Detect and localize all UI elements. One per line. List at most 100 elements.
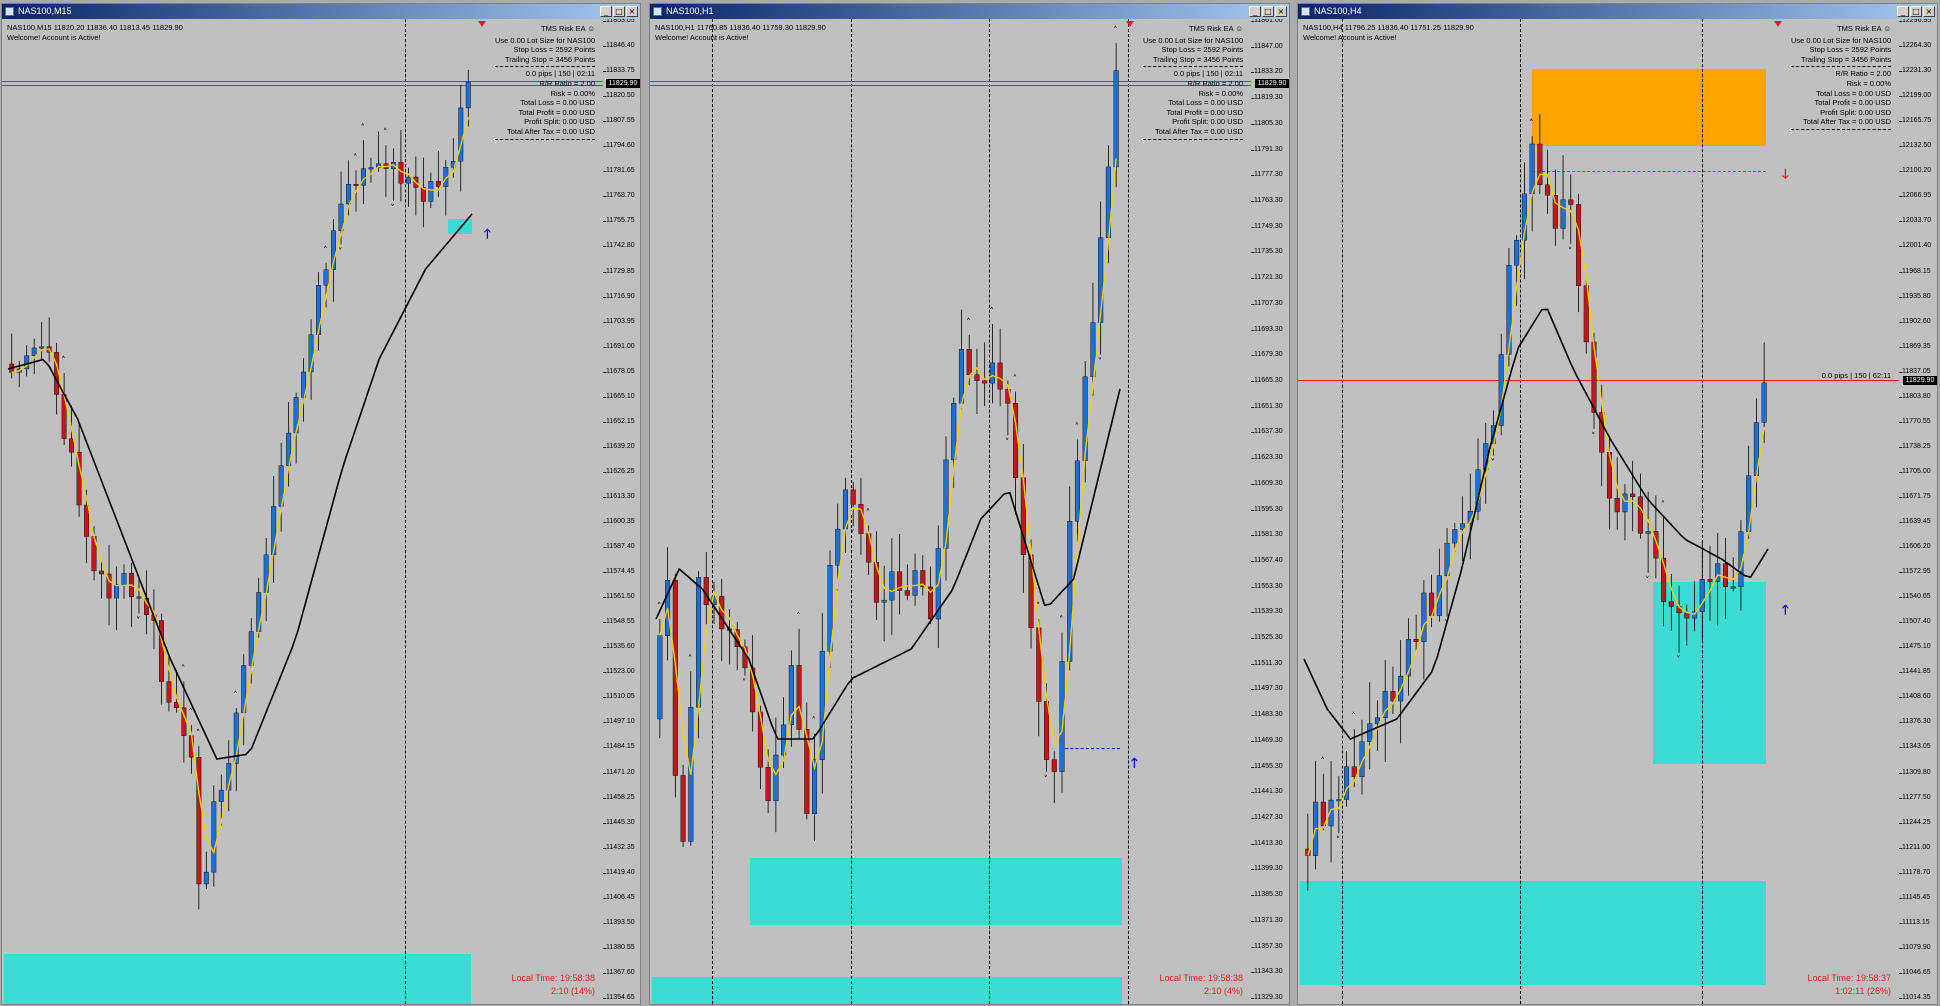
price-tick-label: 11755.75 — [606, 217, 635, 225]
chart-window-h4[interactable]: NAS100,H4 _ □ × ˄ ˅ ˄ ˅ ˅ ˄ ˅ ˅ ˅ ˄ ˅ NAS100,H4 11… — [1297, 3, 1938, 1005]
price-pane[interactable]: ˄ ˅ ˄ ˅ ˅ ˄ ˅ ˅ ˅ ˄ ˅ NAS100,H4 11796.25 11836.40 … — [1298, 19, 1900, 1004]
minimize-button[interactable]: _ — [1897, 6, 1909, 17]
price-tick-label: 11441.85 — [1902, 668, 1931, 676]
fractal-up-icon: ˄ — [688, 654, 693, 664]
price-tick-label: 11343.05 — [1902, 743, 1931, 751]
ea-stat: R/R Ratio = 2.00 — [539, 78, 595, 88]
fractal-down-icon: ˅ — [742, 679, 747, 689]
price-tick-label: 11309.80 — [1902, 768, 1931, 776]
price-tick-label: 11721.30 — [1254, 274, 1283, 282]
candlestick-chart: ˄˅˄˅˅˄˅˅˅˄˅ — [1303, 114, 1769, 891]
slow-moving-average — [1303, 308, 1769, 740]
price-tick-label: 12199.00 — [1902, 92, 1932, 100]
price-tick-label: 11665.10 — [606, 392, 635, 400]
window-titlebar[interactable]: NAS100,H1 _ □ × — [650, 4, 1289, 19]
window-titlebar[interactable]: NAS100,M15 _ □ × — [2, 4, 640, 19]
candle-body — [1707, 579, 1713, 582]
chart-window-icon — [653, 7, 662, 16]
price-tick-label: 11458.25 — [606, 793, 635, 801]
candle-body — [1568, 199, 1574, 205]
price-tick-label: 11639.45 — [1902, 518, 1931, 526]
chart-area[interactable]: ˄ ˄ ˅ ˄ ˄ ˅ ˅ ˄ ˄ ˄ ˅ ˄ ˄ ˅ ˄ ˄ ˅ ˄ NAS100,H1 11760.85 11… — [650, 19, 1289, 1004]
price-axis[interactable]: 11829.90 12296.95 12264.30 12231.30 12199.0… — [1899, 19, 1937, 1004]
fractal-down-icon: ˅ — [1098, 358, 1103, 368]
chart-area[interactable]: ˄ ˅ ˄ ˄ ˄ ˄ ˄ ˅ ˄ ˄ ˄ ˅ NAS100,M15 11820.20 11836.4… — [2, 19, 640, 1004]
close-button[interactable]: × — [626, 6, 638, 17]
candle-body — [1637, 496, 1643, 534]
price-tick-label: 12296.95 — [1902, 19, 1932, 24]
price-tick-label: 11791.30 — [1254, 145, 1283, 153]
fractal-up-icon: ˄ — [323, 246, 328, 256]
price-tick-label: 11626.25 — [606, 467, 635, 475]
candle-body — [657, 635, 663, 720]
close-button[interactable]: × — [1923, 6, 1935, 17]
candle-body — [1051, 759, 1057, 772]
welcome-text: Welcome! Account is Active! — [1303, 33, 1397, 42]
fractal-up-icon: ˄ — [1320, 757, 1325, 767]
ea-pips: 0.0 pips | 150 | 02:11 — [1173, 69, 1243, 79]
candle-body — [256, 592, 262, 632]
window-titlebar[interactable]: NAS100,H4 _ □ × — [1298, 4, 1937, 19]
price-tick-label: 11678.05 — [606, 367, 635, 375]
candle-body — [1730, 586, 1736, 589]
price-tick-label: 11853.05 — [606, 19, 635, 24]
buy-arrow-icon: 🡑 — [1131, 756, 1138, 771]
price-tick-label: 11548.55 — [606, 618, 635, 626]
candle-body — [1413, 639, 1419, 642]
price-tick-label: 11367.60 — [606, 968, 635, 976]
chart-window-h1[interactable]: NAS100,H1 _ □ × ˄ ˄ ˅ ˄ ˄ ˅ ˅ ˄ ˄ ˄ ˅ ˄ ˄ ˅ ˄ ˄ ˅ ˄ NAS10… — [649, 3, 1290, 1005]
candle-body — [873, 562, 879, 603]
candle-body — [435, 181, 441, 187]
price-tick-label: 12100.20 — [1902, 167, 1932, 175]
price-tick-label: 12066.95 — [1902, 192, 1932, 200]
ea-line: Trailing Stop = 3456 Points — [505, 54, 595, 64]
candle-body — [1761, 382, 1767, 423]
chart-area[interactable]: ˄ ˅ ˄ ˅ ˅ ˄ ˅ ˅ ˅ ˄ ˅ NAS100,H4 11796.25 11836.40 … — [1298, 19, 1937, 1004]
ea-title: TMS Risk EA — [1837, 24, 1882, 33]
ea-stat: Risk = 0.00% — [1198, 88, 1243, 98]
ohlc-readout: NAS100,H4 11796.25 11836.40 11751.25 118… — [1303, 23, 1474, 32]
price-tick-label: 11497.10 — [606, 718, 635, 726]
fractal-down-icon: ˅ — [850, 529, 855, 539]
maximize-button[interactable]: □ — [613, 6, 625, 17]
chart-window-m15[interactable]: NAS100,M15 _ □ × ˄ ˅ ˄ ˄ ˄ ˄ ˄ ˅ ˄ ˄ ˄ ˅ NAS100,M15… — [1, 3, 641, 1005]
price-pane[interactable]: ˄ ˅ ˄ ˄ ˄ ˄ ˄ ˅ ˄ ˄ ˄ ˅ NAS100,M15 11820.20 11836.4… — [2, 19, 604, 1004]
maximize-button[interactable]: □ — [1910, 6, 1922, 17]
current-price-tag: 11829.90 — [606, 79, 640, 88]
minimize-button[interactable]: _ — [600, 6, 612, 17]
price-tick-label: 12033.70 — [1902, 217, 1932, 225]
candle-body — [69, 438, 75, 453]
local-time: Local Time: 19:58:38 — [511, 973, 595, 983]
price-tick-label: 11833.20 — [1254, 68, 1283, 76]
price-tick-label: 11371.30 — [1254, 916, 1283, 924]
candle-body — [1645, 531, 1651, 534]
close-button[interactable]: × — [1275, 6, 1287, 17]
price-tick-label: 11794.60 — [606, 142, 635, 150]
price-tick-label: 11671.75 — [1902, 492, 1931, 500]
maximize-button[interactable]: □ — [1262, 6, 1274, 17]
price-tick-label: 11729.85 — [606, 267, 635, 275]
price-axis[interactable]: 11829.90 11853.05 11846.40 11833.75 11820.5… — [603, 19, 640, 1004]
ohlc-readout: NAS100,H1 11760.85 11836.40 11759.30 118… — [655, 23, 826, 32]
price-tick-label: 11432.35 — [606, 843, 635, 851]
price-tick-label: 11574.45 — [606, 568, 635, 576]
price-tick-label: 11471.20 — [606, 768, 635, 776]
price-tick-label: 11399.30 — [1254, 865, 1283, 873]
ea-stat: Total Loss = 0.00 USD — [520, 98, 595, 108]
candle-countdown: 2:10 (14%) — [550, 986, 595, 996]
minimize-button[interactable]: _ — [1249, 6, 1261, 17]
fractal-up-icon: ˄ — [1529, 119, 1534, 129]
price-tick-label: 11484.15 — [606, 743, 635, 751]
fractal-up-icon: ˄ — [1013, 375, 1018, 385]
price-tick-label: 11413.30 — [1254, 839, 1283, 847]
candle-body — [1367, 723, 1373, 742]
price-axis[interactable]: 11829.90 11861.00 11847.00 11833.20 11819.3… — [1251, 19, 1289, 1004]
current-price-tag: 11829.90 — [1903, 376, 1937, 385]
price-tick-label: 11781.65 — [606, 167, 635, 175]
candle-body — [173, 702, 179, 708]
price-tick-label: 11419.40 — [606, 868, 635, 876]
price-pane[interactable]: ˄ ˄ ˅ ˄ ˄ ˅ ˅ ˄ ˄ ˄ ˅ ˄ ˄ ˅ ˄ ˄ ˅ ˄ NAS100,H1 11760.85 11… — [650, 19, 1252, 1004]
ea-stat: Total Profit = 0.00 USD — [1814, 98, 1892, 108]
price-tick-label: 11014.35 — [1902, 994, 1931, 1001]
price-tick-label: 11475.10 — [1902, 643, 1931, 651]
